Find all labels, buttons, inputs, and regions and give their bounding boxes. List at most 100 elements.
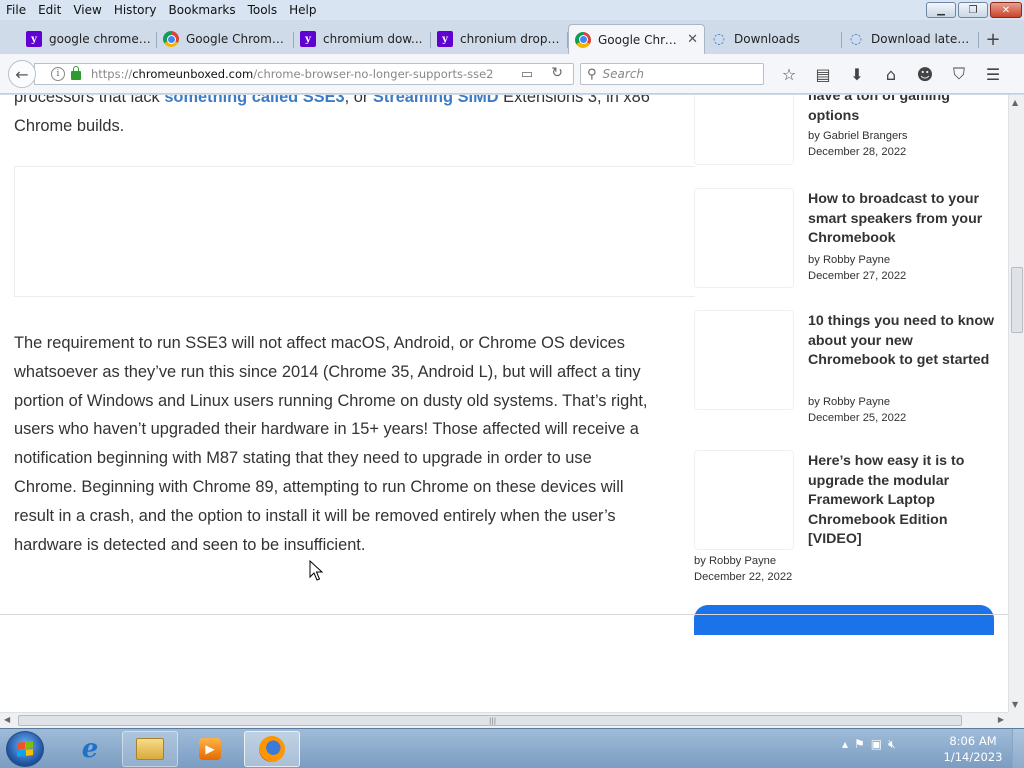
scroll-down-icon[interactable]: ▼ [1012,700,1018,709]
author-name[interactable]: Robby Payne [823,254,890,266]
action-center-flag-icon[interactable]: ⚑ [854,737,865,752]
volume-muted-icon[interactable]: 🔇︎ [888,737,896,752]
author-name[interactable]: Robby Payne [823,396,890,408]
google-icon [163,31,179,47]
post-title[interactable]: Here’s how easy it is to upgrade the mod… [808,452,998,550]
tab-title: Download latest... [871,32,973,46]
url-path: /chrome-browser-no-longer-supports-sse2 [253,67,494,81]
tab-title: Google Chro... [598,32,684,47]
post-author: by Gabriel Brangers [808,130,908,142]
firefox-taskbar-button[interactable] [244,731,300,767]
maximize-button[interactable]: ❐ [958,2,988,18]
post-date: December 22, 2022 [694,571,793,583]
post-date: December 27, 2022 [808,270,907,282]
horizontal-scrollbar[interactable]: ◀ ||| ▶ [0,712,1008,728]
grip-icon: ||| [489,717,497,725]
internet-explorer-icon: e [81,734,99,764]
tab-title: chronium dropp... [460,32,562,46]
tab-strip: y google chrome ... Google Chrome ... y … [0,24,1024,54]
folder-icon [136,738,164,760]
post-thumbnail[interactable] [694,95,794,165]
back-button[interactable]: ← [8,60,36,88]
internet-explorer-taskbar-button[interactable]: e [62,731,118,767]
address-bar[interactable]: i https://chromeunboxed.com/chrome-brows… [34,63,574,85]
lock-icon [71,66,81,80]
start-button[interactable] [6,731,44,767]
author-name[interactable]: Gabriel Brangers [823,130,908,142]
tab-title: Google Chrome ... [186,32,288,46]
clock-date: 1/14/2023 [943,750,1003,764]
scroll-right-icon[interactable]: ▶ [998,715,1004,724]
post-title[interactable]: have a ton of gaming options [808,95,998,126]
url-text[interactable]: https://chromeunboxed.com/chrome-browser… [91,67,494,81]
scroll-up-icon[interactable]: ▲ [1012,98,1018,107]
pocket-icon[interactable]: ⛉ [942,62,976,86]
bookmark-star-icon[interactable]: ☆ [772,62,806,86]
by-label: by [694,555,706,567]
menu-view[interactable]: View [67,3,107,17]
scroll-thumb[interactable] [1011,267,1023,333]
post-thumbnail[interactable] [694,450,794,550]
file-explorer-taskbar-button[interactable] [122,731,178,767]
tab-chromium-download[interactable]: y chromium dow... [294,24,431,54]
mouse-pointer-icon [309,560,323,581]
search-box[interactable]: ⚲ Search [580,63,764,85]
post-thumbnail[interactable] [694,188,794,288]
by-label: by [808,254,820,266]
text-fragment: processors that lack [14,95,165,106]
url-domain: chromeunboxed.com [132,67,254,81]
reader-view-icon[interactable]: ▭ [521,67,533,82]
close-window-button[interactable]: ✕ [990,2,1022,18]
tab-chromium-dropped[interactable]: y chronium dropp... [431,24,568,54]
show-hidden-icons-icon[interactable]: ▴ [842,737,848,752]
post-title[interactable]: 10 things you need to know about your ne… [808,312,998,371]
toolbar-icons: ☆ ▤ ⬇ ⌂ ☻ ⛉ ☰ [772,62,1010,86]
streaming-simd-link[interactable]: Streaming SIMD [373,95,499,106]
post-author: by Robby Payne [694,555,776,567]
show-desktop-button[interactable] [1012,729,1024,768]
post-author: by Robby Payne [808,254,890,266]
menu-edit[interactable]: Edit [32,3,67,17]
new-tab-button[interactable]: + [979,24,1007,54]
subscribe-banner[interactable] [694,605,994,635]
close-tab-icon[interactable]: ✕ [687,32,698,47]
search-placeholder: Search [602,67,645,81]
by-label: by [808,130,820,142]
tab-google-chrome-search[interactable]: y google chrome ... [20,24,157,54]
menu-help[interactable]: Help [283,3,322,17]
sse3-link[interactable]: something called SSE3 [164,95,344,106]
article-paragraph: The requirement to run SSE3 will not aff… [14,334,648,554]
google-icon [575,31,591,48]
info-icon[interactable]: i [51,67,65,81]
scroll-thumb[interactable]: ||| [18,715,962,726]
media-player-taskbar-button[interactable]: ▶ [182,731,238,767]
minimize-button[interactable]: ▁ [926,2,956,18]
system-clock[interactable]: 8:06 AM 1/14/2023 [940,733,1006,765]
scroll-left-icon[interactable]: ◀ [4,715,10,724]
bookmarks-menu-icon[interactable]: ▤ [806,62,840,86]
vertical-scrollbar[interactable]: ▲ ▼ [1008,95,1024,712]
window-controls: ▁ ❐ ✕ [926,2,1022,18]
author-name[interactable]: Robby Payne [709,555,776,567]
post-title[interactable]: How to broadcast to your smart speakers … [808,190,998,249]
menu-tools[interactable]: Tools [242,3,284,17]
network-icon[interactable]: ▣ [871,737,882,752]
tab-google-chrome[interactable]: Google Chrome ... [157,24,294,54]
menu-bookmarks[interactable]: Bookmarks [163,3,242,17]
chat-icon[interactable]: ☻ [908,62,942,86]
loading-icon: ◌ [849,31,863,47]
tab-downloads[interactable]: ◌ Downloads [705,24,842,54]
page-content: processors that lack something called SS… [0,95,1008,712]
navigation-toolbar: i https://chromeunboxed.com/chrome-brows… [0,54,1024,94]
reload-icon[interactable]: ↻ [551,65,563,81]
downloads-icon[interactable]: ⬇ [840,62,874,86]
tab-google-chrome-active[interactable]: Google Chro... ✕ [568,24,705,54]
home-icon[interactable]: ⌂ [874,62,908,86]
tab-download-latest[interactable]: ◌ Download latest... [842,24,979,54]
menu-history[interactable]: History [108,3,163,17]
post-thumbnail[interactable] [694,310,794,410]
menu-file[interactable]: File [0,3,32,17]
firefox-icon [259,736,285,762]
hamburger-menu-icon[interactable]: ☰ [976,62,1010,86]
scrollbar-corner [1008,712,1024,728]
